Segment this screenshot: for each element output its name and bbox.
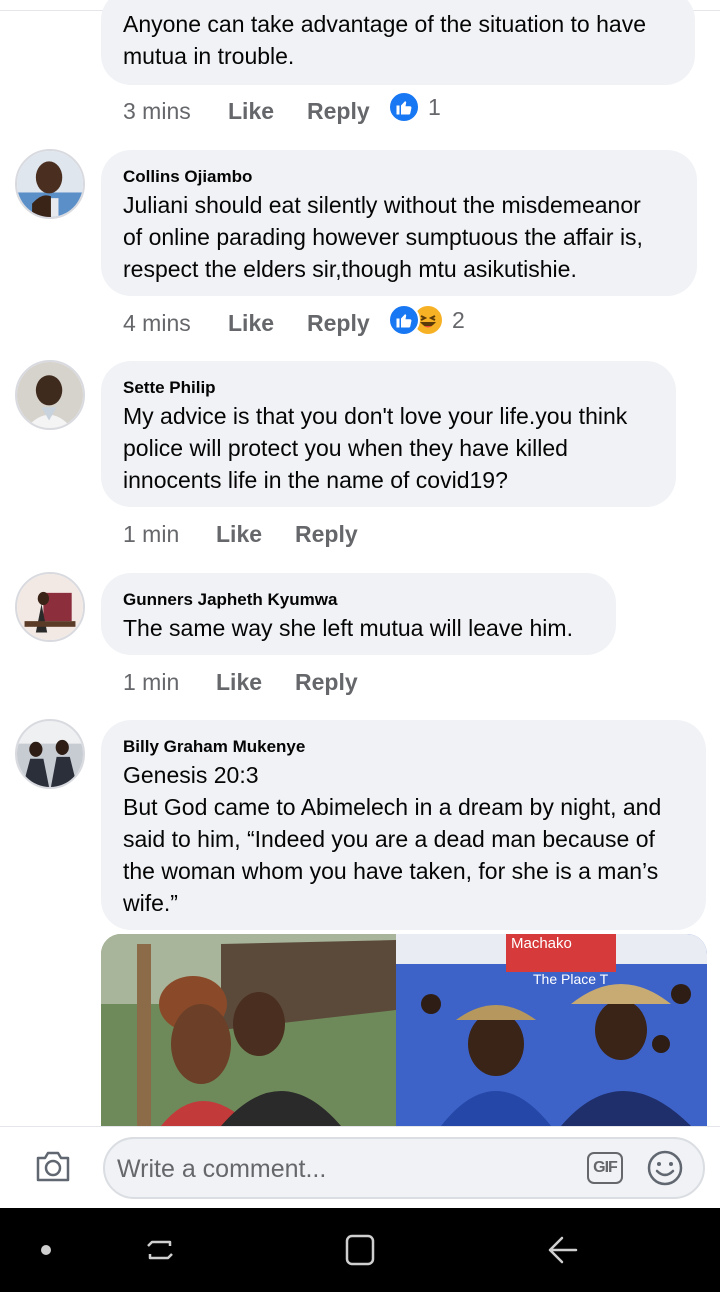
- like-button[interactable]: Like: [216, 669, 295, 696]
- reply-button[interactable]: Reply: [295, 521, 358, 548]
- like-icon: [388, 91, 420, 123]
- avatar[interactable]: [15, 149, 85, 219]
- comment-composer: GIF: [0, 1126, 720, 1208]
- system-navigation-bar: [0, 1208, 720, 1292]
- comment-author[interactable]: Collins Ojiambo: [123, 166, 675, 188]
- reply-button[interactable]: Reply: [307, 310, 370, 337]
- comment-input-box[interactable]: GIF: [103, 1137, 705, 1199]
- comment-actions: 1 min Like Reply: [123, 667, 358, 697]
- comment-author[interactable]: Sette Philip: [123, 377, 654, 399]
- dot-icon[interactable]: [26, 1232, 66, 1268]
- comment-bubble[interactable]: Anyone can take advantage of the situati…: [101, 0, 695, 85]
- comment-bubble[interactable]: Gunners Japheth Kyumwa The same way she …: [101, 573, 616, 655]
- comment-text: The same way she left mutua will leave h…: [123, 615, 573, 641]
- camera-icon[interactable]: [34, 1149, 72, 1183]
- gif-button[interactable]: GIF: [587, 1152, 623, 1184]
- banner-subtext: The Place T: [533, 971, 609, 987]
- comment-bubble[interactable]: Sette Philip My advice is that you don't…: [101, 361, 676, 507]
- comment-text: Genesis 20:3 But God came to Abimelech i…: [123, 762, 662, 916]
- recent-apps-icon[interactable]: [140, 1232, 180, 1268]
- reply-button[interactable]: Reply: [307, 98, 370, 125]
- avatar[interactable]: [15, 719, 85, 789]
- comment-author[interactable]: Gunners Japheth Kyumwa: [123, 589, 594, 611]
- comment-input[interactable]: [117, 1149, 577, 1189]
- home-icon[interactable]: [340, 1232, 380, 1268]
- back-icon[interactable]: [542, 1232, 582, 1268]
- emoji-icon[interactable]: [646, 1149, 684, 1187]
- like-icon: [388, 304, 420, 336]
- reply-button[interactable]: Reply: [295, 669, 358, 696]
- comment-time[interactable]: 3 mins: [123, 98, 228, 125]
- comment-text: Juliani should eat silently without the …: [123, 192, 643, 282]
- comment-time[interactable]: 1 min: [123, 521, 216, 548]
- comment-text: Anyone can take advantage of the situati…: [123, 11, 646, 69]
- like-button[interactable]: Like: [228, 98, 307, 125]
- comment-bubble[interactable]: Collins Ojiambo Juliani should eat silen…: [101, 150, 697, 296]
- comment-time[interactable]: 1 min: [123, 669, 216, 696]
- reaction-count: 1: [428, 93, 441, 120]
- comment-time[interactable]: 4 mins: [123, 310, 228, 337]
- like-button[interactable]: Like: [228, 310, 307, 337]
- comment-actions: 3 mins Like Reply: [123, 96, 370, 126]
- comment-photo[interactable]: Machako The Place T: [101, 934, 707, 1126]
- avatar[interactable]: [15, 360, 85, 430]
- comment-text: My advice is that you don't love your li…: [123, 403, 628, 493]
- reaction-summary[interactable]: 2: [388, 304, 465, 336]
- comment-actions: 4 mins Like Reply: [123, 308, 370, 338]
- reaction-count: 2: [452, 306, 465, 333]
- banner-text: Machako: [511, 935, 572, 952]
- reaction-summary[interactable]: 1: [388, 91, 441, 123]
- avatar[interactable]: [15, 572, 85, 642]
- comment-bubble[interactable]: Billy Graham Mukenye Genesis 20:3 But Go…: [101, 720, 706, 930]
- like-button[interactable]: Like: [216, 521, 295, 548]
- comment-actions: 1 min Like Reply: [123, 519, 358, 549]
- comment-author[interactable]: Billy Graham Mukenye: [123, 736, 684, 758]
